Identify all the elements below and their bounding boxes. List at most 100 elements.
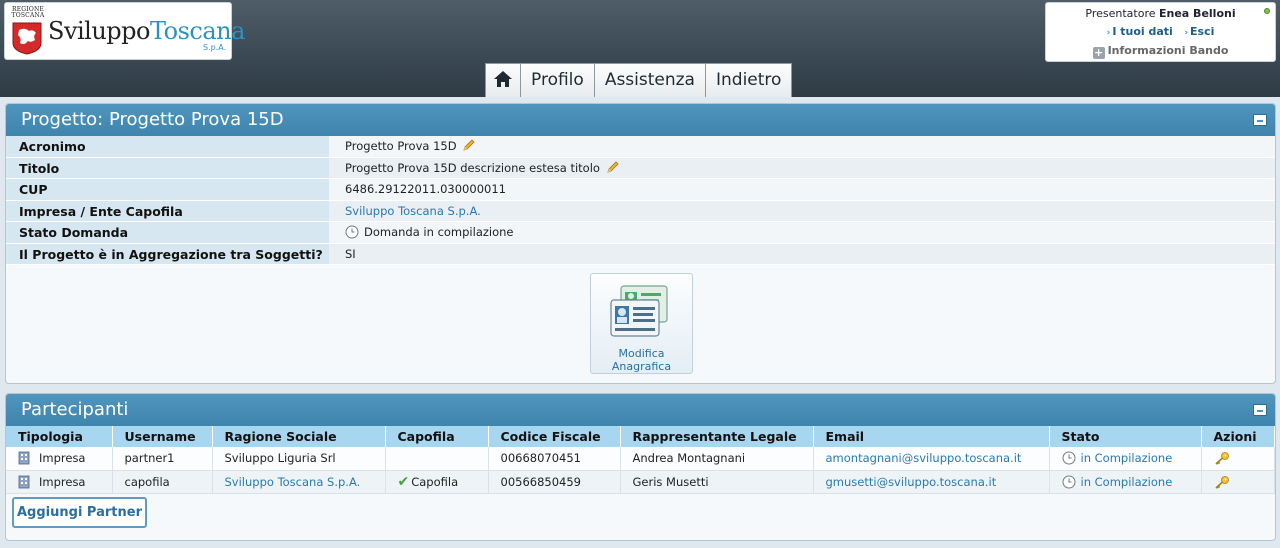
cell-email: gmusetti@sviluppo.toscana.it — [813, 470, 1050, 494]
logo-suffix: S.p.A. — [203, 43, 227, 52]
pencil-edit-icon[interactable] — [462, 138, 476, 152]
cell-capofila: ✔ Capofila — [385, 470, 489, 494]
cell-ragione-sociale: Sviluppo Liguria Srl — [212, 447, 386, 471]
info-label: Acronimo — [6, 136, 329, 157]
logout-link[interactable]: › Esci — [1184, 25, 1214, 38]
cell-capofila — [385, 447, 489, 471]
logout-link-label: Esci — [1190, 25, 1215, 38]
nav-profilo[interactable]: Profilo — [520, 63, 595, 97]
info-bando-label: Informazioni Bando — [1107, 44, 1229, 57]
nav-indietro[interactable]: Indietro — [704, 63, 793, 97]
clock-icon — [345, 225, 359, 239]
info-row-titolo: Titolo Progetto Prova 15D descrizione es… — [6, 157, 1275, 179]
collapse-panel-icon[interactable] — [1253, 114, 1267, 126]
add-partner-button[interactable]: Aggiungi Partner — [12, 496, 147, 528]
info-row-capofila: Impresa / Ente Capofila Sviluppo Toscana… — [6, 200, 1275, 222]
column-header-stato[interactable]: Stato — [1049, 426, 1202, 447]
project-panel-header: Progetto: Progetto Prova 15D — [6, 104, 1275, 136]
cell-rappresentante: Geris Musetti — [620, 470, 814, 494]
acronimo-value: Progetto Prova 15D — [345, 139, 457, 153]
cell-tipologia: Impresa — [6, 470, 113, 494]
info-value: Domanda in compilazione — [329, 222, 1275, 243]
cell-username: partner1 — [112, 447, 213, 471]
participants-table: Tipologia Username Ragione Sociale Capof… — [6, 426, 1275, 494]
logo[interactable]: REGIONE TOSCANA SviluppoToscana S.p.A. — [4, 2, 245, 60]
stato-domanda-value: Domanda in compilazione — [364, 225, 514, 239]
logo-wordmark: SviluppoToscana — [48, 17, 245, 45]
tipologia-value: Impresa — [39, 474, 86, 489]
table-header-row: Tipologia Username Ragione Sociale Capof… — [6, 426, 1275, 447]
logo-word-toscana: Toscana — [149, 17, 245, 45]
key-icon[interactable] — [1214, 475, 1230, 489]
cell-stato: in Compilazione — [1049, 447, 1202, 471]
info-value: Sviluppo Toscana S.p.A. — [329, 200, 1275, 221]
collapse-panel-icon[interactable] — [1253, 404, 1267, 416]
info-label: Stato Domanda — [6, 222, 329, 243]
cell-tipologia: Impresa — [6, 447, 113, 471]
column-header-email[interactable]: Email — [813, 426, 1050, 447]
top-bar: REGIONE TOSCANA SviluppoToscana S.p.A. P… — [0, 0, 1280, 97]
info-row-acronimo: Acronimo Progetto Prova 15D — [6, 136, 1275, 158]
cup-value: 6486.29122011.030000011 — [329, 179, 1275, 200]
plus-icon: + — [1092, 46, 1105, 59]
email-link[interactable]: amontagnani@sviluppo.toscana.it — [826, 451, 1022, 465]
add-partner-area: Aggiungi Partner — [6, 494, 1275, 531]
clock-icon — [1062, 451, 1075, 465]
cell-codice-fiscale: 00566850459 — [488, 470, 621, 494]
nav-assistenza[interactable]: Assistenza — [593, 63, 706, 97]
building-icon — [18, 475, 30, 488]
column-header-username[interactable]: Username — [112, 426, 213, 447]
email-link[interactable]: gmusetti@sviluppo.toscana.it — [826, 475, 997, 489]
info-row-cup: CUP 6486.29122011.030000011 — [6, 179, 1275, 201]
stato-link[interactable]: in Compilazione — [1081, 475, 1173, 489]
user-role-label: Presentatore — [1085, 7, 1156, 20]
pencil-edit-icon[interactable] — [606, 160, 620, 174]
logo-region-text: REGIONE TOSCANA — [11, 6, 45, 19]
table-row: Impresa capofila Sviluppo Toscana S.p.A.… — [6, 470, 1275, 494]
project-panel: Progetto: Progetto Prova 15D Acronimo Pr… — [5, 103, 1276, 384]
nav-home[interactable] — [485, 63, 521, 97]
key-icon[interactable] — [1214, 451, 1230, 465]
info-label: CUP — [6, 179, 329, 200]
user-name: Enea Belloni — [1159, 7, 1236, 20]
info-bando-link[interactable]: + Informazioni Bando — [1046, 44, 1275, 59]
cell-ragione-sociale: Sviluppo Toscana S.p.A. — [212, 470, 386, 494]
clock-icon — [1062, 475, 1075, 488]
user-presenter: Presentatore Enea Belloni — [1046, 7, 1275, 20]
ragione-sociale-link[interactable]: Sviluppo Toscana S.p.A. — [225, 475, 361, 489]
info-label: Il Progetto è in Aggregazione tra Sogget… — [6, 243, 329, 264]
chevron-right-icon: › — [1106, 28, 1111, 38]
cell-codice-fiscale: 00668070451 — [488, 447, 621, 471]
chevron-right-icon: › — [1184, 28, 1189, 38]
my-data-link[interactable]: › I tuoi dati — [1107, 25, 1173, 38]
capofila-value: Capofila — [411, 474, 459, 489]
building-icon — [18, 451, 30, 465]
info-row-stato: Stato Domanda Domanda in compilazione — [6, 222, 1275, 244]
column-header-rappresentante[interactable]: Rappresentante Legale — [620, 426, 814, 447]
action-area: Modifica Anagrafica — [6, 265, 1275, 378]
column-header-codice-fiscale[interactable]: Codice Fiscale — [488, 426, 621, 447]
capofila-link[interactable]: Sviluppo Toscana S.p.A. — [345, 204, 481, 218]
participants-panel: Partecipanti Tipologia Username Ragione … — [5, 393, 1276, 541]
participants-panel-header: Partecipanti — [6, 394, 1275, 426]
main-nav: Profilo Assistenza Indietro — [485, 63, 793, 97]
aggregazione-value: SI — [329, 243, 1275, 264]
modifica-anagrafica-label: Modifica Anagrafica — [611, 347, 672, 373]
cell-azioni — [1201, 447, 1275, 471]
regione-toscana-emblem-icon — [12, 22, 42, 55]
cell-username: capofila — [112, 470, 213, 494]
column-header-capofila[interactable]: Capofila — [385, 426, 489, 447]
column-header-tipologia[interactable]: Tipologia — [6, 426, 113, 447]
user-links: › I tuoi dati › Esci — [1046, 25, 1275, 38]
info-value: Progetto Prova 15D descrizione estesa ti… — [329, 157, 1275, 178]
modifica-anagrafica-button[interactable]: Modifica Anagrafica — [590, 273, 693, 374]
stato-link[interactable]: in Compilazione — [1081, 451, 1173, 465]
cell-stato: in Compilazione — [1049, 470, 1202, 494]
user-box: Presentatore Enea Belloni › I tuoi dati ›… — [1045, 2, 1276, 62]
logo-word-sviluppo: Sviluppo — [48, 17, 150, 45]
participants-title: Partecipanti — [21, 399, 129, 420]
info-label: Impresa / Ente Capofila — [6, 200, 329, 221]
info-row-aggregazione: Il Progetto è in Aggregazione tra Sogget… — [6, 243, 1275, 265]
cell-email: amontagnani@sviluppo.toscana.it — [813, 447, 1050, 471]
column-header-ragione-sociale[interactable]: Ragione Sociale — [212, 426, 386, 447]
